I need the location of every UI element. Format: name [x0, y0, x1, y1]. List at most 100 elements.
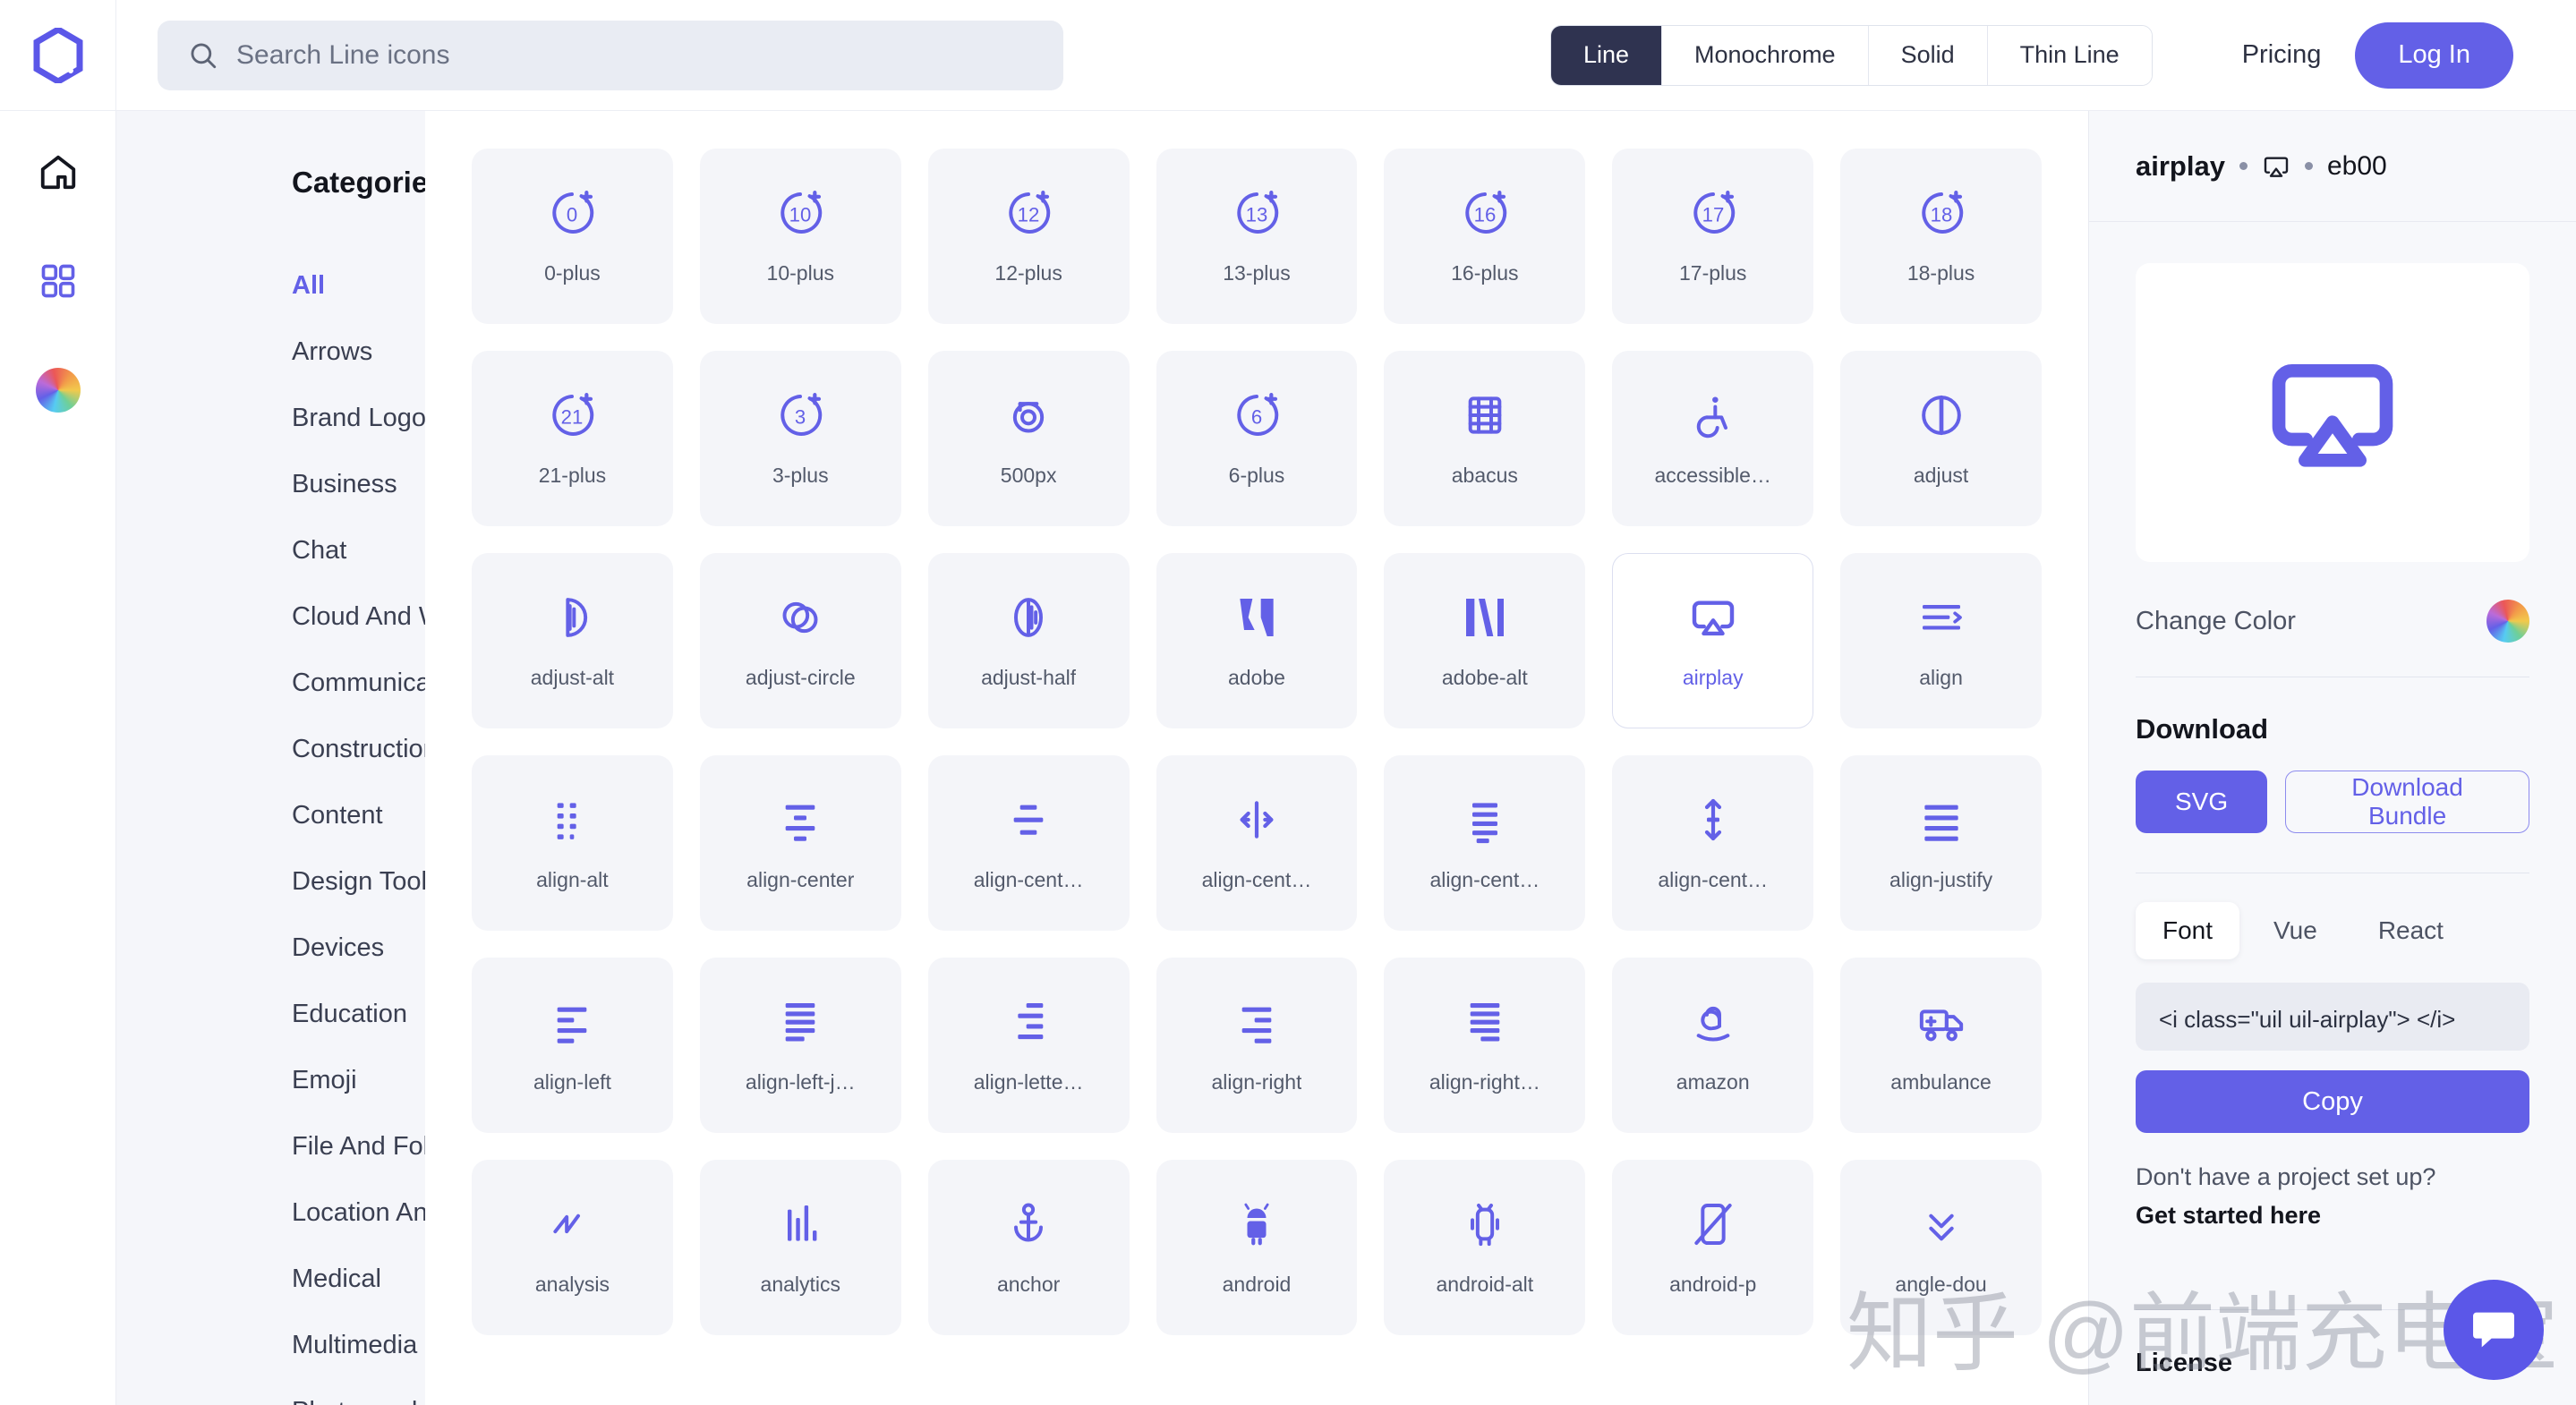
sidebar-item-arrows[interactable]: Arrows — [116, 319, 425, 385]
icon-card-label: align-left-j… — [745, 1069, 856, 1094]
icon-card-adjust-half[interactable]: adjust-half — [927, 553, 1130, 728]
sidebar-item-chat[interactable]: Chat — [116, 517, 425, 583]
icon-card-label: 3-plus — [772, 463, 829, 487]
sidebar-item-multimedia[interactable]: Multimedia — [116, 1312, 425, 1378]
sidebar-item-all[interactable]: All — [116, 252, 425, 319]
icon-card-align-cent[interactable]: align-cent… — [927, 755, 1130, 931]
rail-item-icons[interactable] — [33, 256, 83, 306]
icon-card-amazon[interactable]: amazon — [1612, 958, 1814, 1133]
icon-card-label: adjust-circle — [745, 665, 856, 689]
sidebar-item-business[interactable]: Business — [116, 451, 425, 517]
icon-card-ambulance[interactable]: ambulance — [1840, 958, 2042, 1133]
icon-card-angle-dou[interactable]: angle-dou — [1840, 1160, 2042, 1335]
icon-card-3-plus[interactable]: 3 3-plus — [699, 351, 901, 526]
style-tab-thin-line[interactable]: Thin Line — [1987, 25, 2152, 85]
icon-card-adobe[interactable]: adobe — [1156, 553, 1358, 728]
icon-card-align[interactable]: align — [1840, 553, 2042, 728]
icon-card-align-right[interactable]: align-right — [1156, 958, 1358, 1133]
style-tab-monochrome[interactable]: Monochrome — [1662, 25, 1869, 85]
download-bundle-button[interactable]: Download Bundle — [2285, 771, 2529, 833]
search-input[interactable] — [236, 39, 1033, 71]
icon-card-18-plus[interactable]: 18 18-plus — [1840, 149, 2042, 324]
rail-item-colors[interactable] — [33, 365, 83, 415]
sidebar-item-photography-tools[interactable]: Photography Tools — [116, 1378, 425, 1405]
download-svg-button[interactable]: SVG — [2136, 771, 2268, 833]
get-started-link[interactable]: Get started here — [2136, 1202, 2529, 1230]
icon-card-label: align-right — [1211, 1069, 1302, 1094]
icon-card-0-plus[interactable]: 0 0-plus — [472, 149, 673, 324]
icon-card-accessible[interactable]: accessible… — [1612, 351, 1814, 526]
icon-card-adjust-circle[interactable]: adjust-circle — [699, 553, 901, 728]
detail-header: airplay eb00 — [2089, 111, 2576, 222]
copy-button[interactable]: Copy — [2136, 1070, 2529, 1133]
detail-unicode: eb00 — [2326, 150, 2387, 181]
categories-header: Categories — [116, 165, 425, 200]
color-picker-wheel-icon[interactable] — [2486, 600, 2529, 643]
sidebar-item-education[interactable]: Education — [116, 981, 425, 1047]
svg-text:16: 16 — [1474, 203, 1497, 226]
tab-vue[interactable]: Vue — [2247, 902, 2344, 959]
icon-card-align-alt[interactable]: align-alt — [472, 755, 673, 931]
logo-cell[interactable] — [0, 0, 116, 111]
icon-card-6-plus[interactable]: 6 6-plus — [1156, 351, 1358, 526]
adjust-half-icon — [1003, 592, 1053, 643]
sidebar-item-brand-logos[interactable]: Brand Logos — [116, 385, 425, 451]
svg-text:21: 21 — [561, 405, 584, 428]
sidebar-item-emoji[interactable]: Emoji — [116, 1047, 425, 1113]
sidebar-item-medical[interactable]: Medical — [116, 1246, 425, 1312]
login-button[interactable]: Log In — [2355, 21, 2513, 89]
icon-card-analytics[interactable]: analytics — [699, 1160, 901, 1335]
icon-card-align-right[interactable]: align-right… — [1384, 958, 1586, 1133]
icon-card-align-cent[interactable]: align-cent… — [1612, 755, 1814, 931]
icon-card-android-alt[interactable]: android-alt — [1384, 1160, 1586, 1335]
icon-card-13-plus[interactable]: 13 13-plus — [1156, 149, 1358, 324]
icon-card-500px[interactable]: 500px — [927, 351, 1130, 526]
sidebar-item-design-tools[interactable]: Design Tools — [116, 848, 425, 915]
align-letter-right-icon — [1003, 997, 1053, 1047]
icon-card-align-lette[interactable]: align-lette… — [927, 958, 1130, 1133]
style-tab-solid[interactable]: Solid — [1868, 25, 1988, 85]
icon-card-align-left[interactable]: align-left — [472, 958, 673, 1133]
chat-fab-button[interactable] — [2444, 1280, 2544, 1380]
icon-card-17-plus[interactable]: 17 17-plus — [1612, 149, 1814, 324]
icon-card-label: angle-dou — [1895, 1272, 1987, 1296]
icon-card-align-left-j[interactable]: align-left-j… — [699, 958, 901, 1133]
icon-card-align-justify[interactable]: align-justify — [1840, 755, 2042, 931]
icon-card-adobe-alt[interactable]: adobe-alt — [1384, 553, 1586, 728]
icon-card-adjust-alt[interactable]: adjust-alt — [472, 553, 673, 728]
icon-card-align-cent[interactable]: align-cent… — [1384, 755, 1586, 931]
sidebar-item-content[interactable]: Content — [116, 782, 425, 848]
icon-card-21-plus[interactable]: 21 21-plus — [472, 351, 673, 526]
num-plus-circle-icon: 16 — [1460, 188, 1510, 238]
style-tab-line[interactable]: Line — [1550, 25, 1662, 85]
sidebar-item-cloud-and-web[interactable]: Cloud And Web — [116, 583, 425, 650]
icon-card-label: 10-plus — [766, 260, 834, 285]
sidebar-item-devices[interactable]: Devices — [116, 915, 425, 981]
pricing-link[interactable]: Pricing — [2242, 40, 2322, 70]
icon-card-anchor[interactable]: anchor — [927, 1160, 1130, 1335]
sidebar-item-file-and-folder[interactable]: File And Folder — [116, 1113, 425, 1179]
icon-card-label: adobe-alt — [1441, 665, 1528, 689]
icon-card-align-center[interactable]: align-center — [699, 755, 901, 931]
tab-react[interactable]: React — [2351, 902, 2470, 959]
icon-card-label: align-cent… — [1201, 867, 1312, 891]
icon-card-android[interactable]: android — [1156, 1160, 1358, 1335]
icon-card-abacus[interactable]: abacus — [1384, 351, 1586, 526]
icon-card-analysis[interactable]: analysis — [472, 1160, 673, 1335]
search-box[interactable] — [158, 20, 1063, 90]
code-snippet[interactable]: <i class="uil uil-airplay"> </i> — [2136, 983, 2529, 1051]
rail-item-home[interactable] — [33, 147, 83, 197]
icon-card-align-cent[interactable]: align-cent… — [1156, 755, 1358, 931]
sidebar-item-location-and-map[interactable]: Location And Map — [116, 1179, 425, 1246]
icon-card-adjust[interactable]: adjust — [1840, 351, 2042, 526]
icon-card-android-p[interactable]: android-p — [1612, 1160, 1814, 1335]
app-root: Line Monochrome Solid Thin Line Pricing … — [0, 0, 2576, 1405]
sidebar-item-construction[interactable]: Construction — [116, 716, 425, 782]
icon-card-16-plus[interactable]: 16 16-plus — [1384, 149, 1586, 324]
align-center-v-icon — [1688, 795, 1738, 845]
icon-card-10-plus[interactable]: 10 10-plus — [699, 149, 901, 324]
tab-font[interactable]: Font — [2136, 902, 2240, 959]
icon-card-12-plus[interactable]: 12 12-plus — [927, 149, 1130, 324]
sidebar-item-communication[interactable]: Communication — [116, 650, 425, 716]
icon-card-airplay[interactable]: airplay — [1612, 553, 1814, 728]
